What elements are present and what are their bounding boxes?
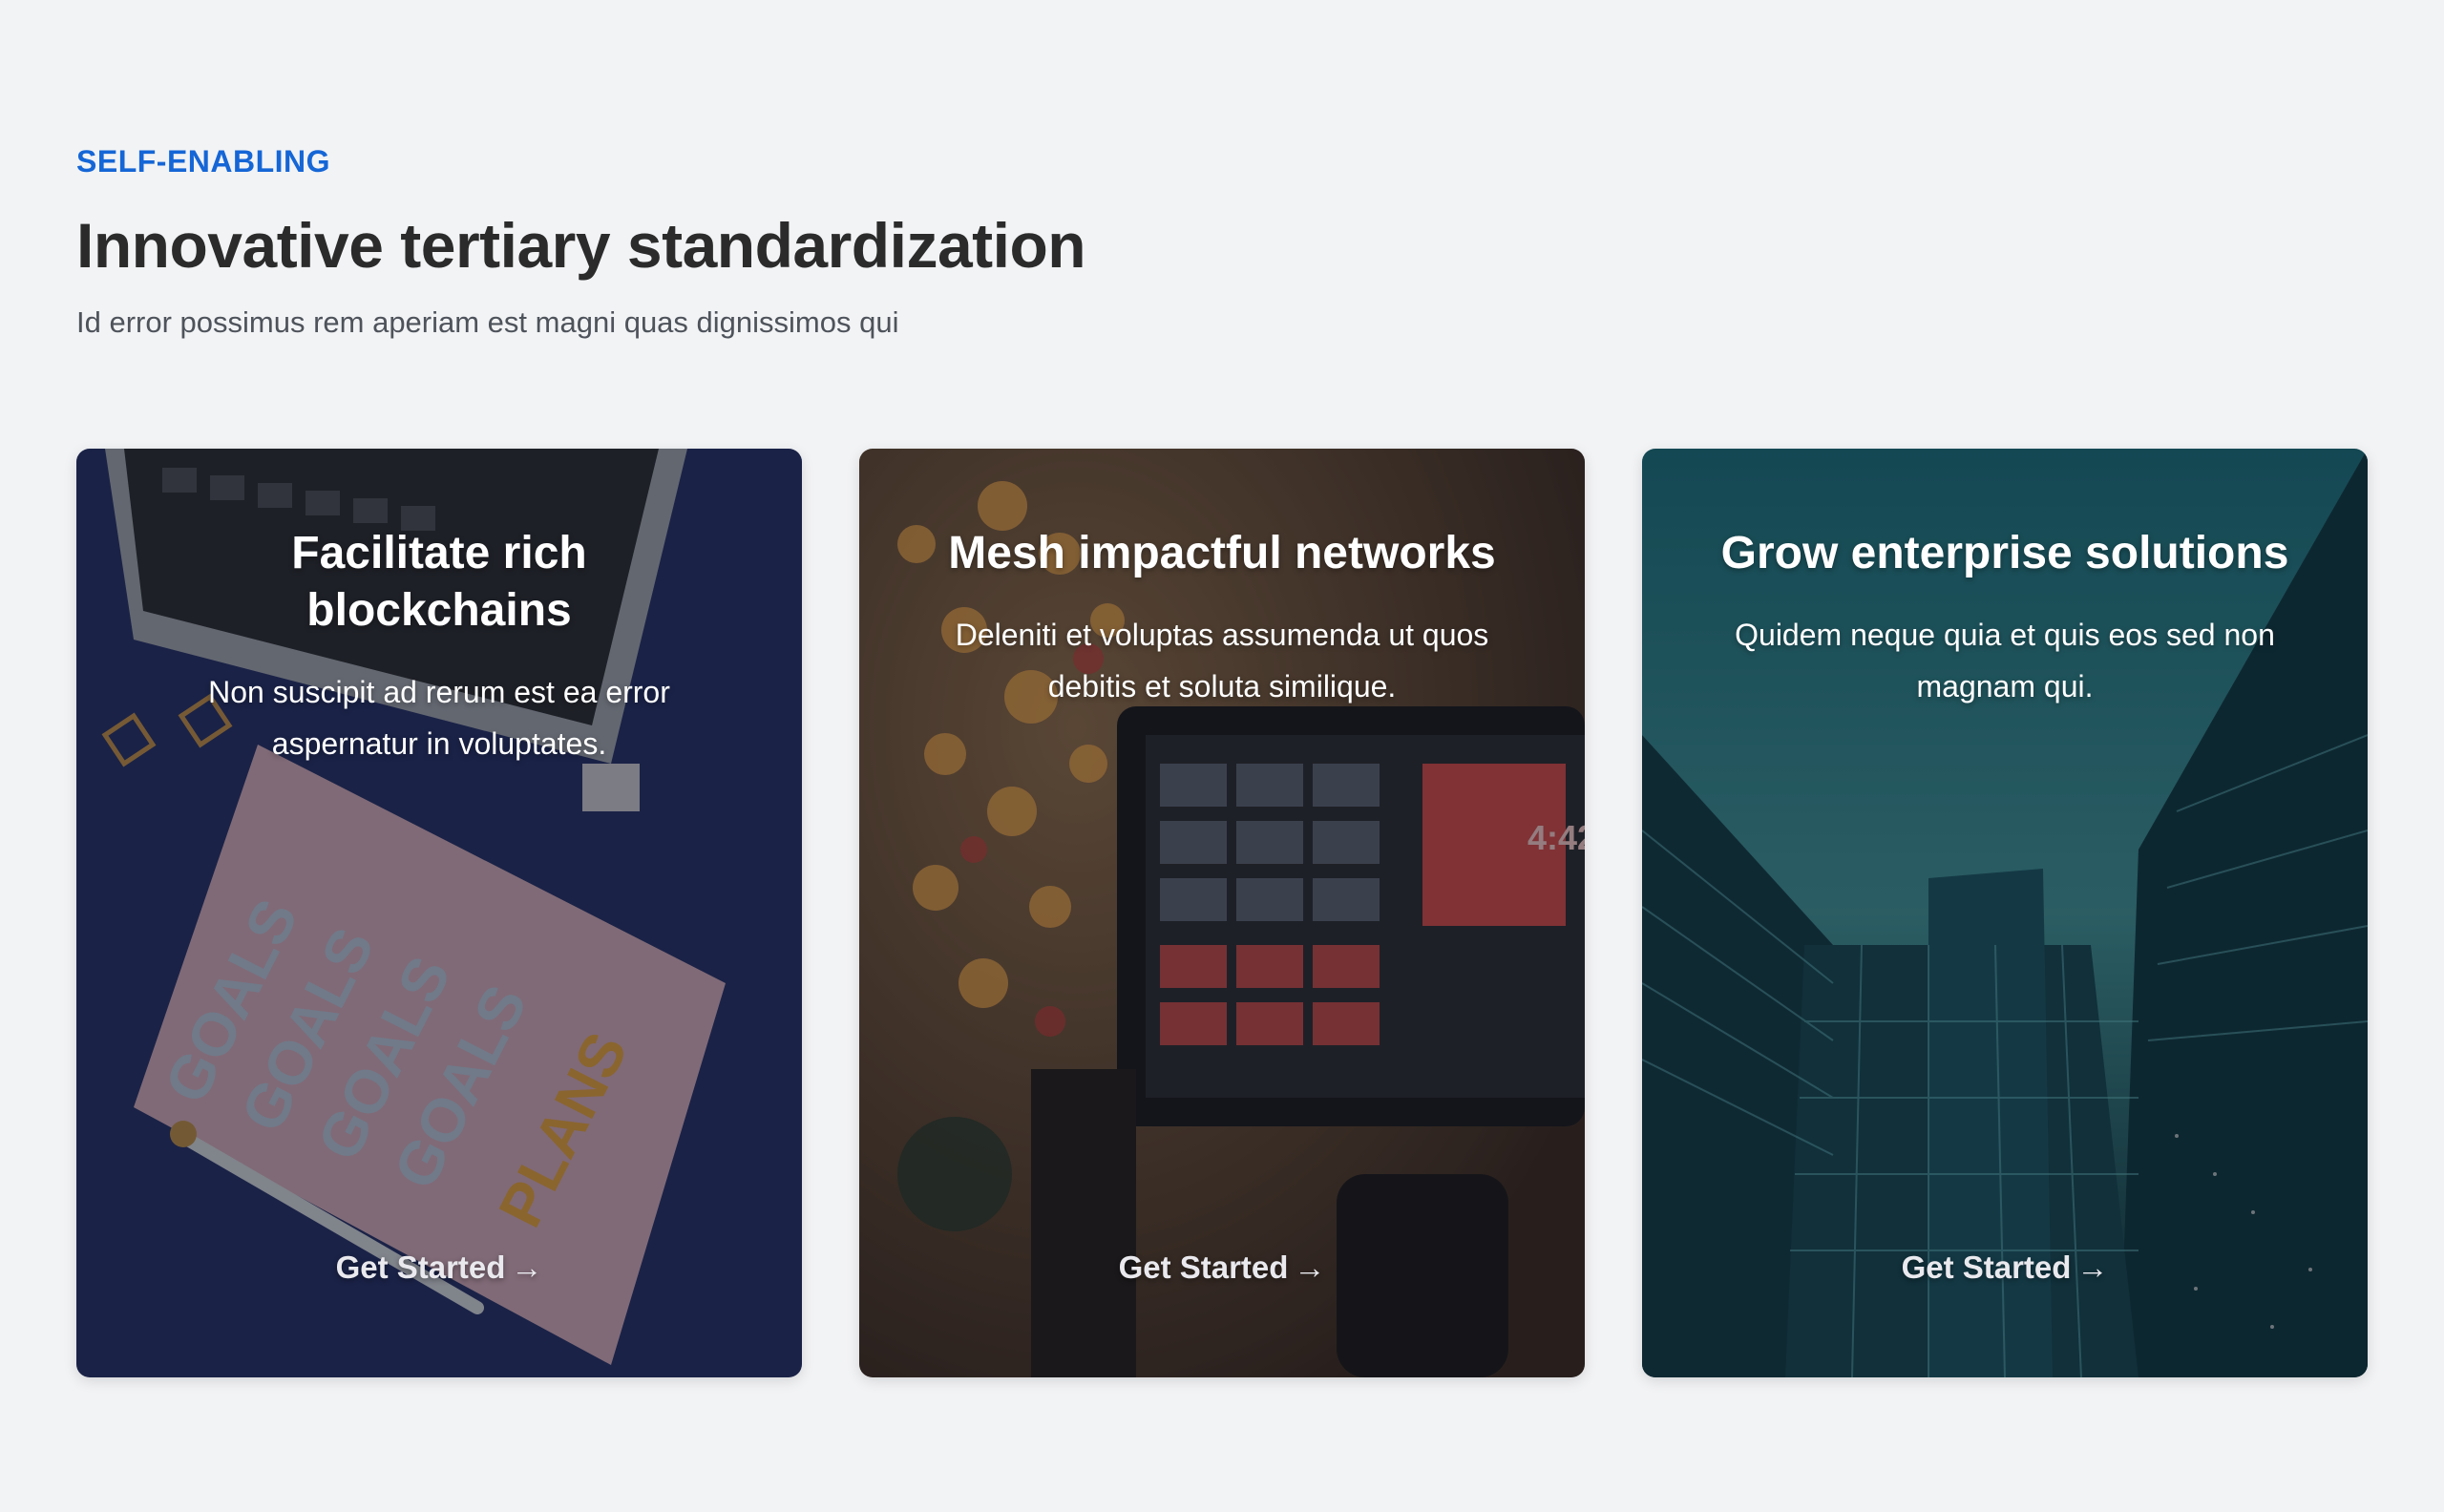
feature-cards: GOALS GOALS GOALS GOALS PLANS Facilitate…: [76, 449, 2368, 1377]
arrow-right-icon: →: [1294, 1250, 1326, 1285]
card-description: Deleniti et voluptas assumenda ut quos d…: [955, 618, 1489, 704]
card-description: Non suscipit ad rerum est ea error asper…: [208, 675, 670, 761]
cta-label: Get Started: [335, 1250, 506, 1285]
feature-card: 4:42 Mesh impactful networks Deleniti et…: [859, 449, 1585, 1377]
feature-card: GOALS GOALS GOALS GOALS PLANS Facilitate…: [76, 449, 802, 1377]
feature-card: Grow enterprise solutions Quidem neque q…: [1642, 449, 2368, 1377]
cta-label: Get Started: [1901, 1250, 2072, 1285]
section-subtitle: Id error possimus rem aperiam est magni …: [76, 305, 899, 339]
card-title: Facilitate rich blockchains: [291, 528, 587, 636]
get-started-link[interactable]: Get Started →: [859, 1250, 1585, 1286]
card-description: Quidem neque quia et quis eos sed non ma…: [1735, 618, 2275, 704]
arrow-right-icon: →: [2076, 1250, 2109, 1285]
cta-label: Get Started: [1118, 1250, 1289, 1285]
hero-section: SELF-ENABLING Innovative tertiary standa…: [76, 143, 2368, 342]
get-started-link[interactable]: Get Started →: [76, 1250, 802, 1286]
card-title: Mesh impactful networks: [948, 528, 1496, 578]
page-title: Innovative tertiary standardization: [76, 210, 1086, 281]
section-eyebrow: SELF-ENABLING: [76, 144, 331, 178]
card-title: Grow enterprise solutions: [1720, 528, 2289, 578]
arrow-right-icon: →: [511, 1250, 543, 1285]
get-started-link[interactable]: Get Started →: [1642, 1250, 2368, 1286]
